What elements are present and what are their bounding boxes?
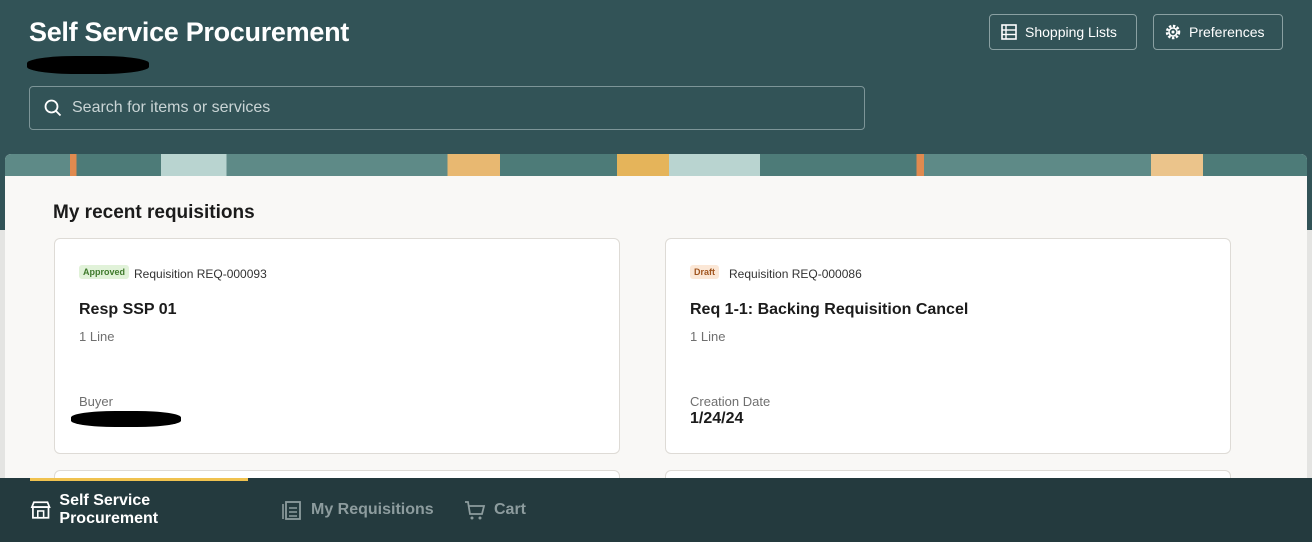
status-badge: Draft <box>690 265 720 279</box>
redacted-buyer <box>71 411 181 427</box>
nav-my-requisitions[interactable]: My Requisitions <box>281 478 434 542</box>
shopping-lists-label: Shopping Lists <box>1025 24 1117 40</box>
redacted-subtitle <box>27 56 149 74</box>
preferences-button[interactable]: Preferences <box>1153 14 1283 50</box>
requisition-number: Requisition REQ-000093 <box>134 267 267 281</box>
creation-date-value: 1/24/24 <box>690 410 744 427</box>
status-badge: Approved <box>79 265 130 279</box>
main-panel: My recent requisitions Approved Requisit… <box>5 154 1307 484</box>
creation-date-label: Creation Date <box>690 394 771 409</box>
nav-cart[interactable]: Cart <box>464 478 526 542</box>
requisition-card[interactable]: Approved Requisition REQ-000093 Resp SSP… <box>54 238 620 454</box>
nav-label: My Requisitions <box>311 501 434 518</box>
table-list-icon <box>1001 24 1017 40</box>
page-title: Self Service Procurement <box>29 17 349 47</box>
requisition-title: Req 1-1: Backing Requisition Cancel <box>690 301 969 318</box>
gear-icon <box>1165 24 1181 40</box>
nav-self-service-procurement[interactable]: Self Service Procurement <box>30 478 248 542</box>
store-icon <box>30 501 51 519</box>
clipboard-icon <box>282 501 301 520</box>
shopping-lists-button[interactable]: Shopping Lists <box>989 14 1137 50</box>
line-count: 1 Line <box>690 329 726 344</box>
nav-label: Cart <box>494 501 527 518</box>
buyer-label: Buyer <box>79 394 113 409</box>
decorative-banner <box>5 154 1307 176</box>
search-icon <box>44 99 62 117</box>
nav-label: Self Service Procurement <box>59 492 159 527</box>
bottom-nav: Self Service Procurement My Requisitions… <box>0 478 1312 542</box>
requisition-number: Requisition REQ-000086 <box>729 267 862 281</box>
cart-icon <box>465 501 486 520</box>
section-title: My recent requisitions <box>53 202 255 223</box>
preferences-label: Preferences <box>1189 24 1265 40</box>
search-placeholder: Search for items or services <box>72 99 271 116</box>
search-input[interactable]: Search for items or services <box>29 86 865 130</box>
requisition-title: Resp SSP 01 <box>79 301 177 318</box>
line-count: 1 Line <box>79 329 115 344</box>
requisition-card[interactable]: Draft Requisition REQ-000086 Req 1-1: Ba… <box>665 238 1231 454</box>
